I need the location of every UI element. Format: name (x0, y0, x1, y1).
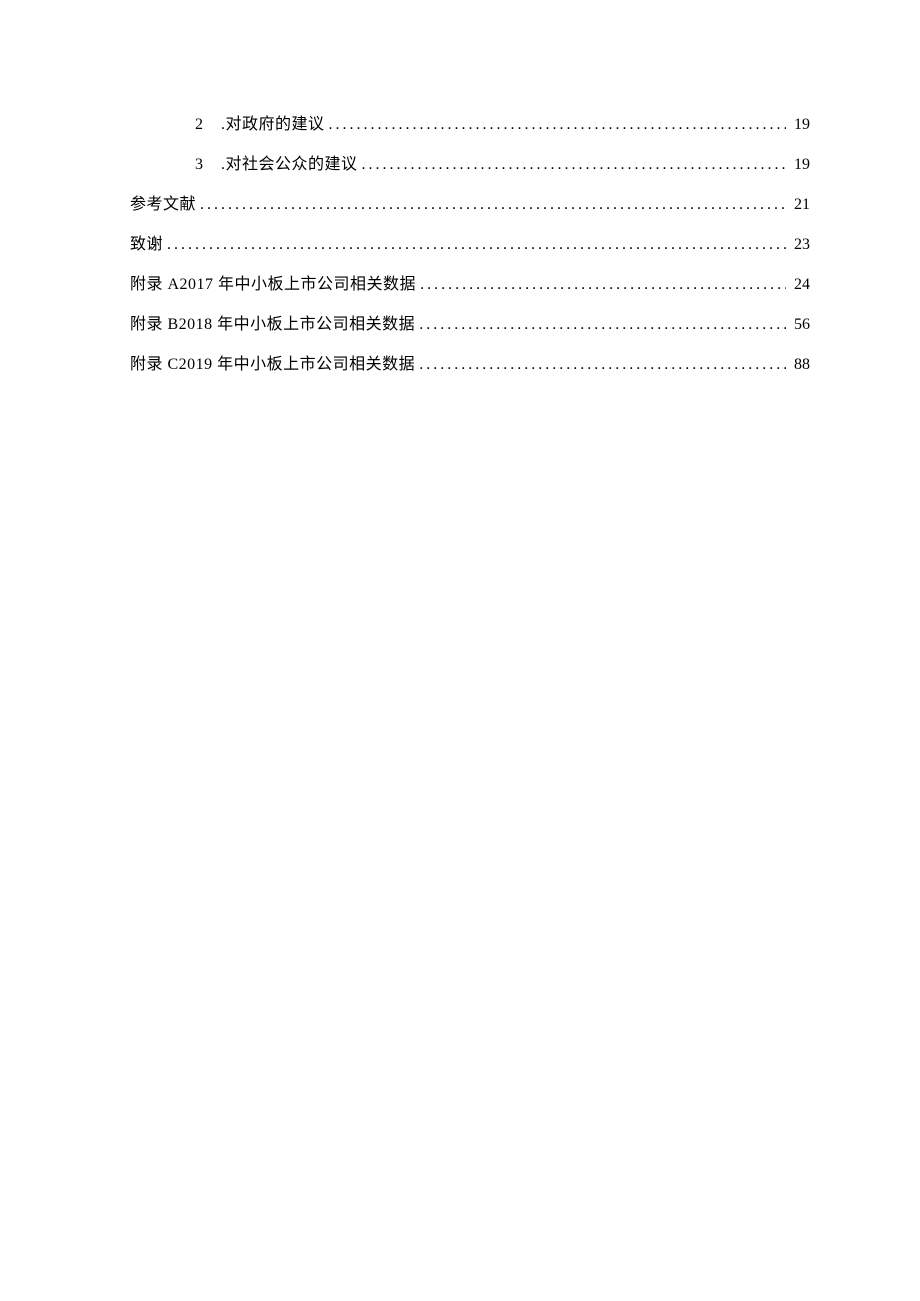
toc-leader-dots (415, 316, 786, 334)
toc-entry-page: 19 (786, 156, 810, 174)
toc-entry-title: 参考文献 (130, 190, 196, 214)
toc-entry-title: .对社会公众的建议 (221, 150, 358, 174)
toc-entry-page: 19 (786, 116, 810, 134)
toc-entry-number: 2 (195, 116, 213, 134)
toc-leader-dots (358, 156, 786, 174)
toc-leader-dots (325, 116, 786, 134)
toc-entry-title: 附录 B2018 年中小板上市公司相关数据 (130, 310, 415, 334)
toc-entry: 附录 A2017 年中小板上市公司相关数据 24 (130, 270, 810, 294)
toc-entry-title: 致谢 (130, 230, 163, 254)
toc-entry: 附录 B2018 年中小板上市公司相关数据 56 (130, 310, 810, 334)
toc-entry-title: 附录 A2017 年中小板上市公司相关数据 (130, 270, 416, 294)
toc-entry-page: 88 (786, 356, 810, 374)
toc-leader-dots (196, 196, 786, 214)
toc-entry: 2 .对政府的建议 19 (130, 110, 810, 134)
toc-entry-number: 3 (195, 156, 213, 174)
toc-entry: 3 .对社会公众的建议 19 (130, 150, 810, 174)
toc-leader-dots (415, 356, 786, 374)
toc-entry-page: 56 (786, 316, 810, 334)
toc-entry-page: 23 (786, 236, 810, 254)
toc-entry-title: .对政府的建议 (221, 110, 325, 134)
toc-entry: 附录 C2019 年中小板上市公司相关数据 88 (130, 350, 810, 374)
toc-leader-dots (416, 276, 786, 294)
table-of-contents: 2 .对政府的建议 19 3 .对社会公众的建议 19 参考文献 21 致谢 2… (130, 110, 810, 374)
toc-entry-page: 21 (786, 196, 810, 214)
toc-entry: 致谢 23 (130, 230, 810, 254)
toc-leader-dots (163, 236, 786, 254)
toc-entry-title: 附录 C2019 年中小板上市公司相关数据 (130, 350, 415, 374)
toc-entry-page: 24 (786, 276, 810, 294)
toc-entry: 参考文献 21 (130, 190, 810, 214)
